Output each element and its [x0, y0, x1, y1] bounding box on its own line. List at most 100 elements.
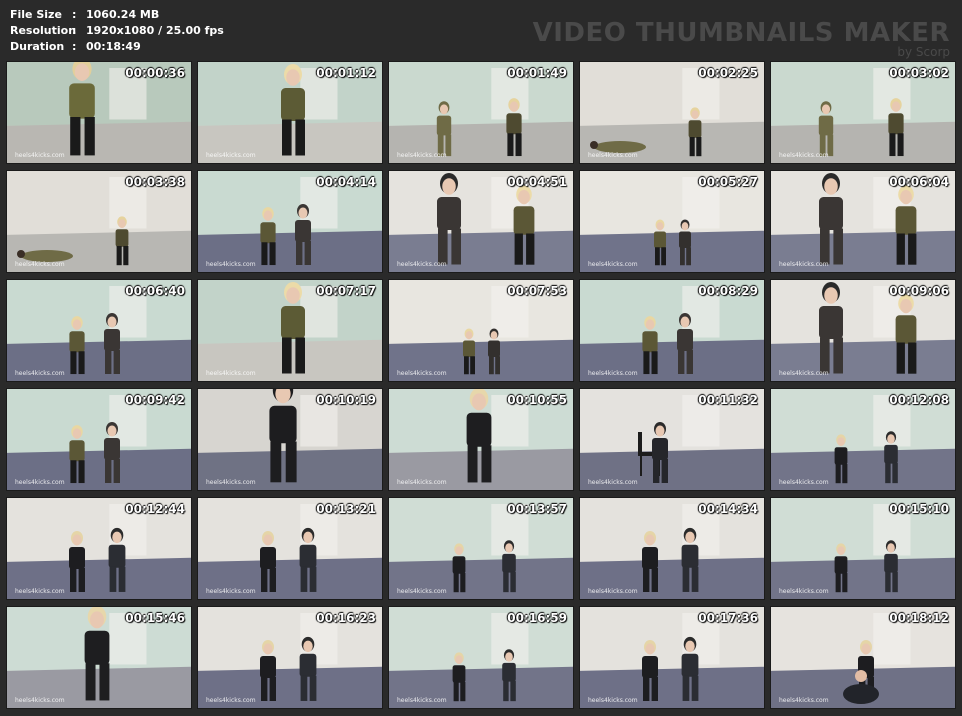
separator: : — [72, 24, 77, 37]
video-thumbnail[interactable]: 00:04:51 heels4kicks.com — [388, 170, 574, 273]
video-thumbnail[interactable]: 00:03:02 heels4kicks.com — [770, 61, 956, 164]
watermark: heels4kicks.com — [15, 479, 65, 486]
timestamp: 00:01:49 — [507, 66, 567, 80]
brand-logo: VIDEO THUMBNAILS MAKER by Scorp — [533, 18, 950, 58]
video-thumbnail[interactable]: 00:12:08 heels4kicks.com — [770, 388, 956, 491]
timestamp: 00:16:23 — [316, 611, 376, 625]
timestamp: 00:09:42 — [125, 393, 185, 407]
timestamp: 00:17:36 — [698, 611, 758, 625]
watermark: heels4kicks.com — [779, 479, 829, 486]
video-thumbnail[interactable]: 00:06:04 heels4kicks.com — [770, 170, 956, 273]
duration-label: Duration — [10, 40, 65, 53]
watermark: heels4kicks.com — [397, 697, 447, 704]
watermark: heels4kicks.com — [779, 152, 829, 159]
watermark: heels4kicks.com — [206, 152, 256, 159]
watermark: heels4kicks.com — [779, 370, 829, 377]
video-thumbnail[interactable]: 00:13:57 heels4kicks.com — [388, 497, 574, 600]
resolution-label: Resolution — [10, 24, 77, 37]
video-thumbnail[interactable]: 00:01:49 heels4kicks.com — [388, 61, 574, 164]
watermark: heels4kicks.com — [588, 697, 638, 704]
separator: : — [72, 40, 77, 53]
timestamp: 00:04:14 — [316, 175, 376, 189]
video-thumbnail[interactable]: 00:17:36 heels4kicks.com — [579, 606, 765, 709]
resolution-row: Resolution : 1920x1080 / 25.00 fps — [10, 23, 224, 39]
watermark: heels4kicks.com — [779, 697, 829, 704]
watermark: heels4kicks.com — [588, 261, 638, 268]
video-thumbnail[interactable]: 00:09:42 heels4kicks.com — [6, 388, 192, 491]
watermark: heels4kicks.com — [588, 479, 638, 486]
video-thumbnail[interactable]: 00:15:10 heels4kicks.com — [770, 497, 956, 600]
duration-row: Duration : 00:18:49 — [10, 39, 224, 55]
video-thumbnail[interactable]: 00:10:19 heels4kicks.com — [197, 388, 383, 491]
watermark: heels4kicks.com — [779, 261, 829, 268]
video-thumbnail[interactable]: 00:09:06 heels4kicks.com — [770, 279, 956, 382]
video-thumbnail[interactable]: 00:18:12 heels4kicks.com — [770, 606, 956, 709]
timestamp: 00:11:32 — [698, 393, 758, 407]
video-thumbnail[interactable]: 00:13:21 heels4kicks.com — [197, 497, 383, 600]
timestamp: 00:02:25 — [698, 66, 758, 80]
file-size-row: File Size : 1060.24 MB — [10, 7, 224, 23]
timestamp: 00:15:10 — [889, 502, 949, 516]
timestamp: 00:18:12 — [889, 611, 949, 625]
video-thumbnail[interactable]: 00:03:38 heels4kicks.com — [6, 170, 192, 273]
video-thumbnail[interactable]: 00:16:23 heels4kicks.com — [197, 606, 383, 709]
timestamp: 00:00:36 — [125, 66, 185, 80]
watermark: heels4kicks.com — [206, 479, 256, 486]
file-info: File Size : 1060.24 MB Resolution : 1920… — [10, 7, 224, 55]
watermark: heels4kicks.com — [206, 370, 256, 377]
timestamp: 00:05:27 — [698, 175, 758, 189]
timestamp: 00:03:02 — [889, 66, 949, 80]
timestamp: 00:07:17 — [316, 284, 376, 298]
video-thumbnail[interactable]: 00:05:27 heels4kicks.com — [579, 170, 765, 273]
timestamp: 00:09:06 — [889, 284, 949, 298]
info-header: File Size : 1060.24 MB Resolution : 1920… — [0, 0, 962, 58]
timestamp: 00:13:21 — [316, 502, 376, 516]
timestamp: 00:01:12 — [316, 66, 376, 80]
video-thumbnail[interactable]: 00:07:17 heels4kicks.com — [197, 279, 383, 382]
video-thumbnail[interactable]: 00:01:12 heels4kicks.com — [197, 61, 383, 164]
video-thumbnail[interactable]: 00:14:34 heels4kicks.com — [579, 497, 765, 600]
file-size-label: File Size — [10, 8, 62, 21]
watermark: heels4kicks.com — [397, 152, 447, 159]
watermark: heels4kicks.com — [397, 588, 447, 595]
separator: : — [72, 8, 77, 21]
timestamp: 00:16:59 — [507, 611, 567, 625]
watermark: heels4kicks.com — [588, 370, 638, 377]
video-thumbnail[interactable]: 00:16:59 heels4kicks.com — [388, 606, 574, 709]
watermark: heels4kicks.com — [206, 697, 256, 704]
watermark: heels4kicks.com — [397, 370, 447, 377]
watermark: heels4kicks.com — [15, 152, 65, 159]
brand-title: VIDEO THUMBNAILS MAKER — [532, 18, 950, 48]
watermark: heels4kicks.com — [206, 261, 256, 268]
video-thumbnail[interactable]: 00:00:36 heels4kicks.com — [6, 61, 192, 164]
timestamp: 00:06:04 — [889, 175, 949, 189]
watermark: heels4kicks.com — [206, 588, 256, 595]
watermark: heels4kicks.com — [588, 588, 638, 595]
timestamp: 00:04:51 — [507, 175, 567, 189]
video-thumbnail[interactable]: 00:15:46 heels4kicks.com — [6, 606, 192, 709]
watermark: heels4kicks.com — [15, 370, 65, 377]
timestamp: 00:10:19 — [316, 393, 376, 407]
video-thumbnail[interactable]: 00:07:53 heels4kicks.com — [388, 279, 574, 382]
watermark: heels4kicks.com — [15, 588, 65, 595]
timestamp: 00:07:53 — [507, 284, 567, 298]
video-thumbnail[interactable]: 00:12:44 heels4kicks.com — [6, 497, 192, 600]
timestamp: 00:10:55 — [507, 393, 567, 407]
video-thumbnail[interactable]: 00:06:40 heels4kicks.com — [6, 279, 192, 382]
video-thumbnail[interactable]: 00:02:25 heels4kicks.com — [579, 61, 765, 164]
video-thumbnail[interactable]: 00:10:55 heels4kicks.com — [388, 388, 574, 491]
watermark: heels4kicks.com — [397, 479, 447, 486]
file-size-value: 1060.24 MB — [86, 8, 160, 21]
timestamp: 00:12:08 — [889, 393, 949, 407]
timestamp: 00:08:29 — [698, 284, 758, 298]
watermark: heels4kicks.com — [779, 588, 829, 595]
video-thumbnail[interactable]: 00:04:14 heels4kicks.com — [197, 170, 383, 273]
watermark: heels4kicks.com — [397, 261, 447, 268]
duration-value: 00:18:49 — [86, 40, 141, 53]
watermark: heels4kicks.com — [15, 697, 65, 704]
video-thumbnail[interactable]: 00:08:29 heels4kicks.com — [579, 279, 765, 382]
timestamp: 00:13:57 — [507, 502, 567, 516]
resolution-value: 1920x1080 / 25.00 fps — [86, 24, 224, 37]
watermark: heels4kicks.com — [588, 152, 638, 159]
video-thumbnail[interactable]: 00:11:32 heels4kicks.com — [579, 388, 765, 491]
